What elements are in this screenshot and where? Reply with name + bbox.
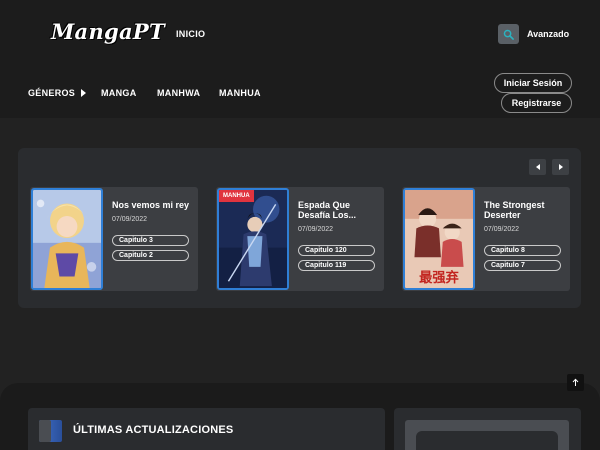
card-title[interactable]: Nos vemos mi rey [112,200,194,210]
arrow-up-icon [572,378,579,386]
chapter-link[interactable]: Capitulo 119 [298,260,375,271]
section-icon [39,420,62,442]
latest-updates-title: ÚLTIMAS ACTUALIZACIONES [73,424,234,436]
slider-next-button[interactable] [552,159,569,175]
search-button[interactable] [498,24,519,44]
login-button[interactable]: Iniciar Sesión [494,73,572,93]
scroll-top-button[interactable] [567,374,584,391]
type-badge: MANHUA [219,190,254,202]
cover-image[interactable] [31,188,103,290]
chapter-link[interactable]: Capitulo 2 [112,250,189,261]
nav-link-inicio[interactable]: INICIO [176,29,205,39]
card-date: 07/09/2022 [112,216,148,223]
slider-prev-button[interactable] [529,159,546,175]
featured-card[interactable]: Nos vemos mi rey 07/09/2022 Capitulo 3 C… [30,187,198,291]
search-icon [503,29,514,40]
side-panel-inner [416,431,558,450]
chapter-link[interactable]: Capitulo 8 [484,245,561,256]
caret-right-icon [81,89,87,97]
cover-image[interactable]: MANHUA [217,188,289,290]
featured-card[interactable]: 最强弃 The Strongest Deserter 07/09/2022 Ca… [402,187,570,291]
register-button[interactable]: Registrarse [501,93,572,113]
nav-link-manhwa[interactable]: MANHWA [157,88,200,98]
nav-link-manhua[interactable]: MANHUA [219,88,261,98]
chevron-left-icon [535,164,540,170]
nav-link-generos-label: GÉNEROS [28,88,76,98]
chevron-right-icon [558,164,563,170]
featured-card[interactable]: MANHUA Espada Que Desafía Los... 07/09/2… [216,187,384,291]
site-logo[interactable]: MangaPT [51,19,165,44]
card-title[interactable]: Espada Que Desafía Los... [298,200,380,220]
advanced-search-link[interactable]: Avanzado [527,29,569,39]
chapter-link[interactable]: Capitulo 120 [298,245,375,256]
svg-text:最强弃: 最强弃 [419,269,459,286]
nav-link-generos[interactable]: GÉNEROS [28,88,87,98]
card-title[interactable]: The Strongest Deserter [484,200,566,220]
cover-image[interactable]: 最强弃 [403,188,475,290]
chapter-link[interactable]: Capitulo 7 [484,260,561,271]
chapter-link[interactable]: Capitulo 3 [112,235,189,246]
card-date: 07/09/2022 [484,226,520,233]
nav-link-manga[interactable]: MANGA [101,88,137,98]
card-date: 07/09/2022 [298,226,334,233]
